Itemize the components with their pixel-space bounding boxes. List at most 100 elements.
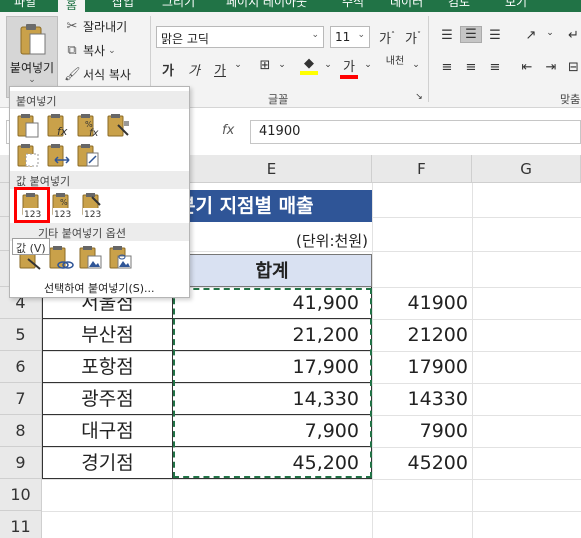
transpose-icon[interactable] (76, 143, 102, 169)
row-header-10[interactable]: 10 (0, 479, 42, 511)
fill-color-icon[interactable]: ◆ (300, 56, 318, 75)
chevron-down-icon[interactable]: ⌄ (362, 60, 374, 70)
italic-button[interactable]: 가 (186, 60, 202, 79)
tab-view[interactable]: 보기 (505, 0, 527, 10)
total-cell[interactable]: 7,900 (172, 415, 372, 447)
row-header-5[interactable]: 5 (0, 319, 42, 351)
align-center-icon[interactable]: ≡ (462, 60, 480, 75)
value-cell[interactable]: 41900 (372, 287, 470, 319)
chevron-down-icon[interactable]: ⌄ (276, 60, 288, 70)
row-header-11[interactable]: 11 (0, 511, 42, 538)
align-right-icon[interactable]: ≡ (486, 60, 504, 75)
total-cell[interactable]: 41,900 (172, 287, 372, 319)
column-header-f[interactable]: F (372, 155, 472, 183)
font-name-select[interactable]: 맑은 고딕 ⌄ (156, 26, 324, 48)
value-cell[interactable]: 14330 (372, 383, 470, 415)
wrap-text-icon[interactable]: ↵ (566, 28, 581, 43)
no-borders-icon[interactable] (16, 143, 42, 169)
total-cell[interactable]: 17,900 (172, 351, 372, 383)
branch-name-cell[interactable]: 대구점 (42, 415, 172, 447)
format-painter-label: 서식 복사 (83, 68, 131, 82)
paste-values-number-format-icon[interactable]: % 123 (50, 193, 76, 219)
paste-icon[interactable] (16, 113, 42, 139)
paste-picture-icon[interactable] (78, 245, 104, 271)
bold-button[interactable]: 가 (160, 60, 176, 79)
font-size-select[interactable]: 11 ⌄ (330, 26, 370, 48)
paste-options-menu: 붙여넣기 fx % fx 값 붙여넣기 123 % 123 123 기타 붙여넣… (9, 86, 190, 298)
font-color-icon[interactable]: 가 (340, 56, 358, 79)
tab-draw[interactable]: 그리기 (162, 0, 195, 10)
align-middle-icon[interactable]: ☰ (460, 26, 482, 43)
decrease-font-size-button[interactable]: 가˅ (402, 28, 424, 47)
chevron-down-icon[interactable]: ⌄ (322, 60, 334, 70)
unit-cell[interactable]: (단위:천원) (240, 230, 368, 251)
fx-area: fx (190, 120, 250, 144)
tab-file[interactable]: 파일 (14, 0, 36, 10)
format-painter-button[interactable]: 🖌 서식 복사 (64, 66, 131, 83)
branch-name-cell[interactable]: 부산점 (42, 319, 172, 351)
paste-values-tooltip: 값 (V) (12, 238, 50, 255)
clipboard-icon (20, 24, 46, 55)
total-cell[interactable]: 21,200 (172, 319, 372, 351)
tab-review[interactable]: 검토 (448, 0, 470, 10)
merge-icon[interactable]: ⊟ (566, 60, 581, 75)
keep-column-widths-icon[interactable] (46, 143, 72, 169)
phonetic-label: 내천 (385, 56, 405, 67)
value-cell[interactable]: 21200 (372, 319, 470, 351)
branch-name-cell[interactable]: 경기점 (42, 447, 172, 479)
value-cell[interactable]: 17900 (372, 351, 470, 383)
paste-special-menu-item[interactable]: 선택하여 붙여넣기(S)... (44, 280, 155, 296)
dialog-launcher-icon[interactable]: ↘ (414, 92, 424, 102)
paste-values-source-formatting-icon[interactable]: 123 (80, 193, 106, 219)
increase-font-size-button[interactable]: 가˄ (376, 28, 398, 47)
align-left-icon[interactable]: ≡ (438, 60, 456, 75)
gridline (42, 479, 581, 480)
chevron-down-icon: ⌄ (357, 30, 365, 40)
row-header-7[interactable]: 7 (0, 383, 42, 415)
branch-name-cell[interactable]: 포항점 (42, 351, 172, 383)
total-cell[interactable]: 14,330 (172, 383, 372, 415)
total-cell[interactable]: 45,200 (172, 447, 372, 479)
value-cell[interactable]: 7900 (372, 415, 470, 447)
tab-insert[interactable]: 삽입 (112, 0, 134, 10)
paste-formulas-icon[interactable]: fx (46, 113, 72, 139)
cut-button[interactable]: ✂ 잘라내기 (64, 18, 128, 35)
decrease-indent-icon[interactable]: ⇤ (518, 60, 536, 75)
tab-data[interactable]: 데이터 (390, 0, 423, 10)
font-name-value: 맑은 고딕 (161, 32, 209, 46)
copy-button[interactable]: ⧉ 복사 ⌄ (64, 42, 115, 59)
linked-picture-icon[interactable] (108, 245, 134, 271)
paste-link-icon[interactable] (48, 245, 74, 271)
paste-values-icon[interactable]: 123 (20, 193, 46, 219)
row-header-9[interactable]: 9 (0, 447, 42, 479)
chevron-down-icon[interactable]: ⌄ (410, 60, 422, 70)
sheet-title-cell[interactable]: 분기 지점별 매출 (172, 190, 372, 222)
chevron-down-icon[interactable]: ⌄ (544, 28, 556, 38)
value-cell[interactable]: 45200 (372, 447, 470, 479)
column-header-e[interactable]: E (172, 155, 372, 183)
align-bottom-icon[interactable]: ☰ (486, 28, 504, 43)
gridline (42, 511, 581, 512)
tab-page-layout[interactable]: 페이지 레이아웃 (226, 0, 307, 10)
tab-home[interactable]: 홈 (58, 0, 86, 12)
chevron-down-icon[interactable]: ⌄ (232, 60, 244, 70)
row-header-6[interactable]: 6 (0, 351, 42, 383)
copy-label: 복사 (83, 44, 106, 58)
align-top-icon[interactable]: ☰ (438, 28, 456, 43)
increase-indent-icon[interactable]: ⇥ (542, 60, 560, 75)
formula-bar-input[interactable]: 41900 (250, 120, 581, 144)
border-icon[interactable]: ⊞ (256, 58, 274, 73)
keep-source-formatting-icon[interactable] (106, 113, 132, 139)
column-header-g[interactable]: G (472, 155, 581, 183)
tab-formulas[interactable]: 수식 (342, 0, 364, 10)
total-header-cell[interactable]: 합계 (172, 254, 372, 287)
orientation-icon[interactable]: ↗ (522, 28, 540, 43)
fx-icon[interactable]: fx (222, 123, 234, 138)
paste-formulas-number-format-icon[interactable]: %fx (76, 113, 102, 139)
underline-button[interactable]: 가 (212, 60, 228, 79)
svg-text:fx: fx (89, 128, 99, 139)
font-group-label: 글꼴 (268, 93, 289, 106)
row-header-8[interactable]: 8 (0, 415, 42, 447)
branch-name-cell[interactable]: 광주점 (42, 383, 172, 415)
phonetic-button[interactable]: 내천 (384, 56, 406, 67)
